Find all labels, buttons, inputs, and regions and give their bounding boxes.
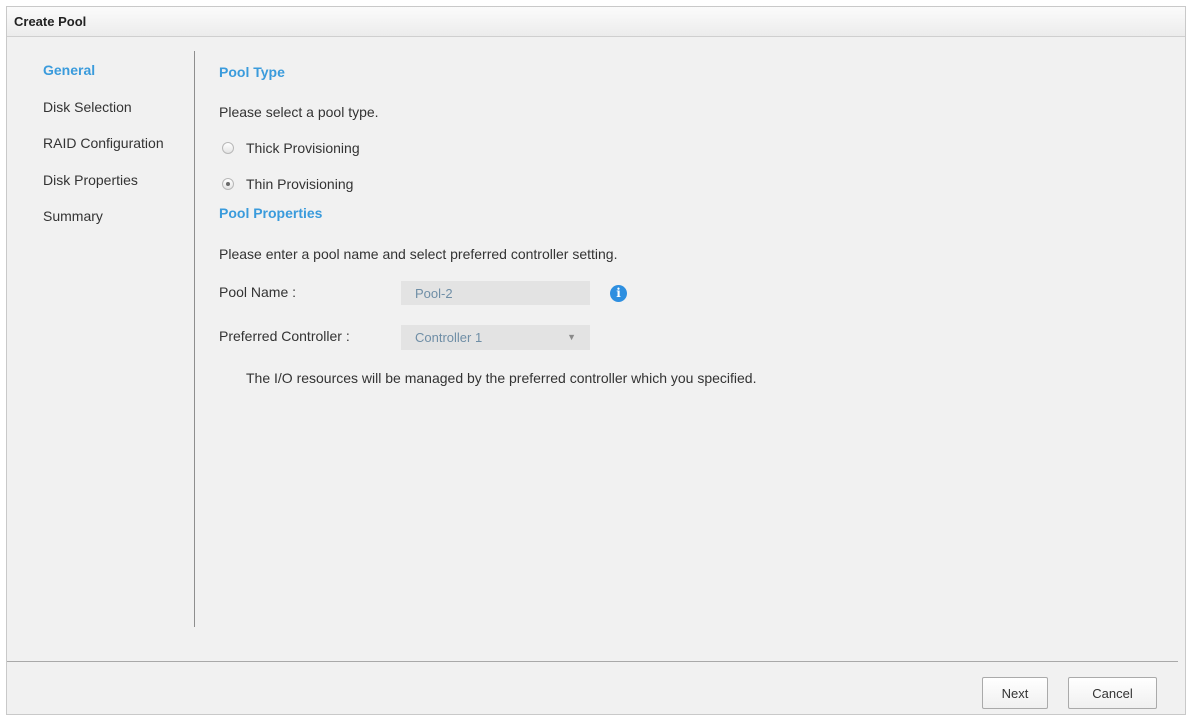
nav-item-disk-properties[interactable]: Disk Properties xyxy=(43,171,193,208)
nav-divider xyxy=(194,51,195,627)
thick-provisioning-label: Thick Provisioning xyxy=(246,140,360,156)
thin-provisioning-option[interactable]: Thin Provisioning xyxy=(219,175,353,193)
pool-type-prompt: Please select a pool type. xyxy=(219,104,379,120)
wizard-nav: General Disk Selection RAID Configuratio… xyxy=(43,61,193,244)
pool-type-heading: Pool Type xyxy=(219,64,285,80)
next-button[interactable]: Next xyxy=(982,677,1048,709)
pool-name-input[interactable] xyxy=(401,281,590,305)
nav-item-summary[interactable]: Summary xyxy=(43,207,193,244)
pool-name-label: Pool Name : xyxy=(219,284,297,300)
pool-properties-prompt: Please enter a pool name and select pref… xyxy=(219,246,618,262)
thick-provisioning-radio[interactable] xyxy=(222,142,234,154)
preferred-controller-value: Controller 1 xyxy=(415,330,483,345)
preferred-controller-label: Preferred Controller : xyxy=(219,328,350,344)
thin-provisioning-radio[interactable] xyxy=(222,178,234,190)
thin-provisioning-label: Thin Provisioning xyxy=(246,176,354,192)
controller-note: The I/O resources will be managed by the… xyxy=(246,370,757,386)
footer-divider xyxy=(7,661,1178,662)
create-pool-dialog: Create Pool General Disk Selection RAID … xyxy=(6,6,1186,715)
nav-item-general[interactable]: General xyxy=(43,61,193,98)
dialog-titlebar: Create Pool xyxy=(7,7,1185,37)
chevron-down-icon: ▼ xyxy=(567,332,576,342)
cancel-button[interactable]: Cancel xyxy=(1068,677,1157,709)
pool-properties-heading: Pool Properties xyxy=(219,205,323,221)
nav-item-disk-selection[interactable]: Disk Selection xyxy=(43,98,193,135)
dialog-title: Create Pool xyxy=(14,14,87,29)
nav-item-raid-configuration[interactable]: RAID Configuration xyxy=(43,134,193,171)
thick-provisioning-option[interactable]: Thick Provisioning xyxy=(219,139,360,157)
info-icon[interactable]: i xyxy=(610,285,627,302)
preferred-controller-select[interactable]: Controller 1 ▼ xyxy=(401,325,590,350)
